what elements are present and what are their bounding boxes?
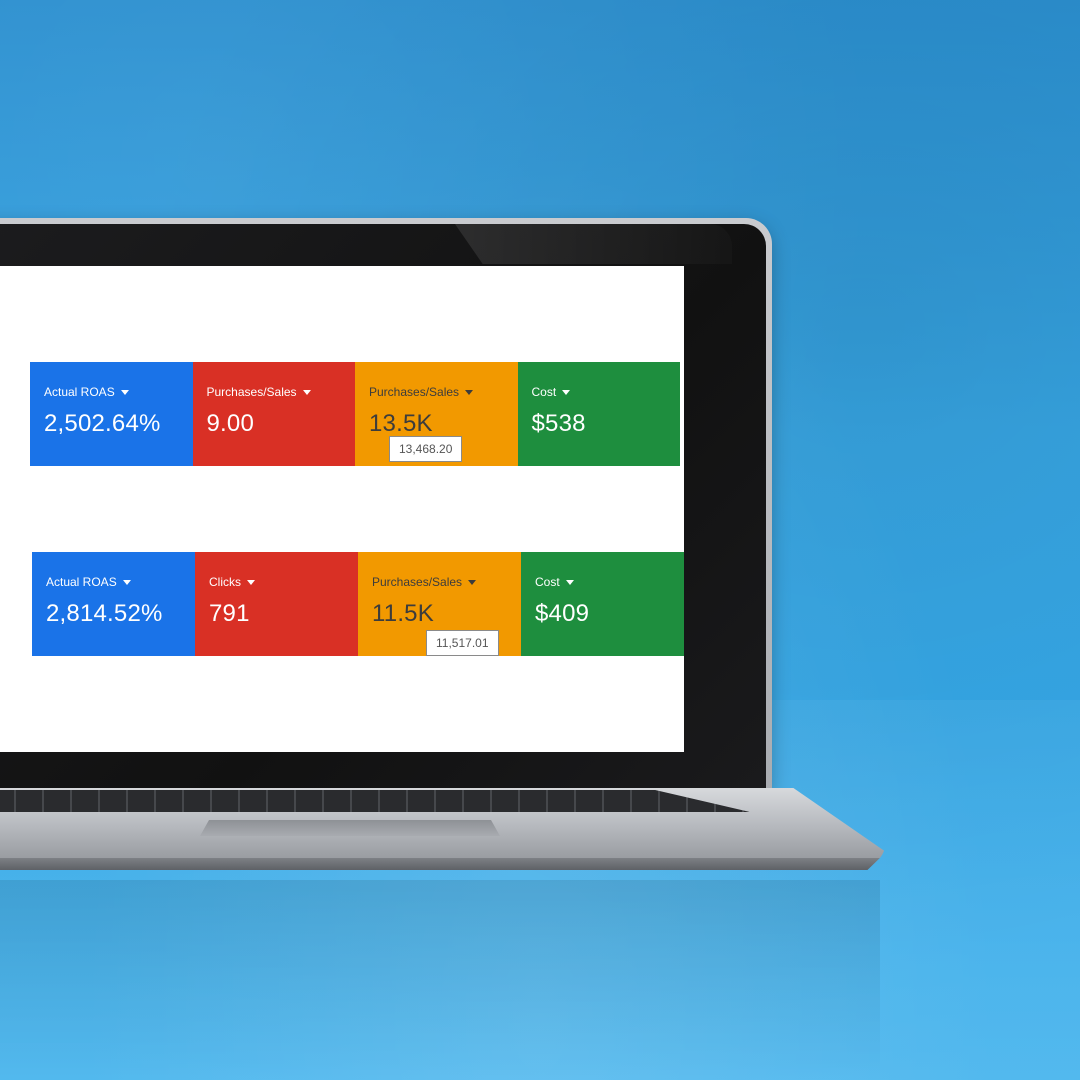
scorecard-clicks[interactable]: Clicks 791 xyxy=(195,552,358,656)
laptop-base xyxy=(0,788,886,870)
metric-selector[interactable]: Actual ROAS xyxy=(44,384,179,400)
scorecard-purchases-sales-value[interactable]: Purchases/Sales 11.5K 11,517.01 xyxy=(358,552,521,656)
metric-value: 791 xyxy=(209,600,250,627)
metric-label: Clicks xyxy=(209,575,241,589)
laptop-base-edge xyxy=(0,858,886,870)
scorecard-purchases-sales[interactable]: Purchases/Sales 9.00 xyxy=(192,362,355,466)
value-tooltip: 11,517.01 xyxy=(426,630,499,656)
metric-selector[interactable]: Purchases/Sales xyxy=(207,384,342,400)
scorecard-cost[interactable]: Cost $538 xyxy=(517,362,680,466)
scorecard-purchases-sales-value[interactable]: Purchases/Sales 13.5K 13,468.20 xyxy=(355,362,518,466)
metric-label: Purchases/Sales xyxy=(372,575,463,589)
scorecard-cost[interactable]: Cost $409 xyxy=(521,552,684,656)
laptop-screen: Actual ROAS 2,502.64% Purchases/Sales 9.… xyxy=(0,266,684,752)
metric-selector[interactable]: Cost xyxy=(532,384,667,400)
metric-value: 2,814.52% xyxy=(46,600,163,627)
metric-label: Actual ROAS xyxy=(46,575,117,589)
metric-label: Purchases/Sales xyxy=(369,385,460,399)
laptop-trackpad xyxy=(200,820,500,836)
metric-value: 11.5K xyxy=(372,600,434,627)
metric-label: Cost xyxy=(535,575,560,589)
dropdown-caret-icon[interactable] xyxy=(247,579,255,585)
metric-value: $409 xyxy=(535,600,590,627)
metric-value: $538 xyxy=(531,410,586,437)
value-tooltip: 13,468.20 xyxy=(389,436,463,462)
scorecard-actual-roas[interactable]: Actual ROAS 2,502.64% xyxy=(30,362,193,466)
dropdown-caret-icon[interactable] xyxy=(302,389,311,395)
metric-label: Cost xyxy=(531,385,557,399)
metric-selector[interactable]: Purchases/Sales xyxy=(369,384,504,400)
dropdown-caret-icon[interactable] xyxy=(122,579,131,585)
metric-label: Purchases/Sales xyxy=(206,385,297,399)
laptop-keyboard xyxy=(0,790,750,812)
laptop-reflection xyxy=(0,880,880,1080)
dropdown-caret-icon[interactable] xyxy=(562,389,571,395)
laptop-lid: Actual ROAS 2,502.64% Purchases/Sales 9.… xyxy=(0,218,772,792)
scorecard-row-bottom: Actual ROAS 2,814.52% Clicks 791 Purchas… xyxy=(32,552,684,656)
dropdown-caret-icon[interactable] xyxy=(565,579,574,585)
bezel-glare xyxy=(455,224,732,264)
scorecard-row-top: Actual ROAS 2,502.64% Purchases/Sales 9.… xyxy=(30,362,680,466)
metric-label: Actual ROAS xyxy=(44,385,115,399)
dropdown-caret-icon[interactable] xyxy=(120,389,129,395)
metric-value: 2,502.64% xyxy=(44,410,161,437)
metric-selector[interactable]: Cost xyxy=(535,574,670,590)
metric-value: 13.5K xyxy=(369,410,433,437)
dropdown-caret-icon[interactable] xyxy=(468,579,477,585)
metric-selector[interactable]: Actual ROAS xyxy=(46,574,181,590)
dropdown-caret-icon[interactable] xyxy=(465,389,474,395)
metric-selector[interactable]: Purchases/Sales xyxy=(372,574,507,590)
metric-value: 9.00 xyxy=(206,410,255,437)
metric-selector[interactable]: Clicks xyxy=(209,574,344,590)
scorecard-actual-roas[interactable]: Actual ROAS 2,814.52% xyxy=(32,552,195,656)
